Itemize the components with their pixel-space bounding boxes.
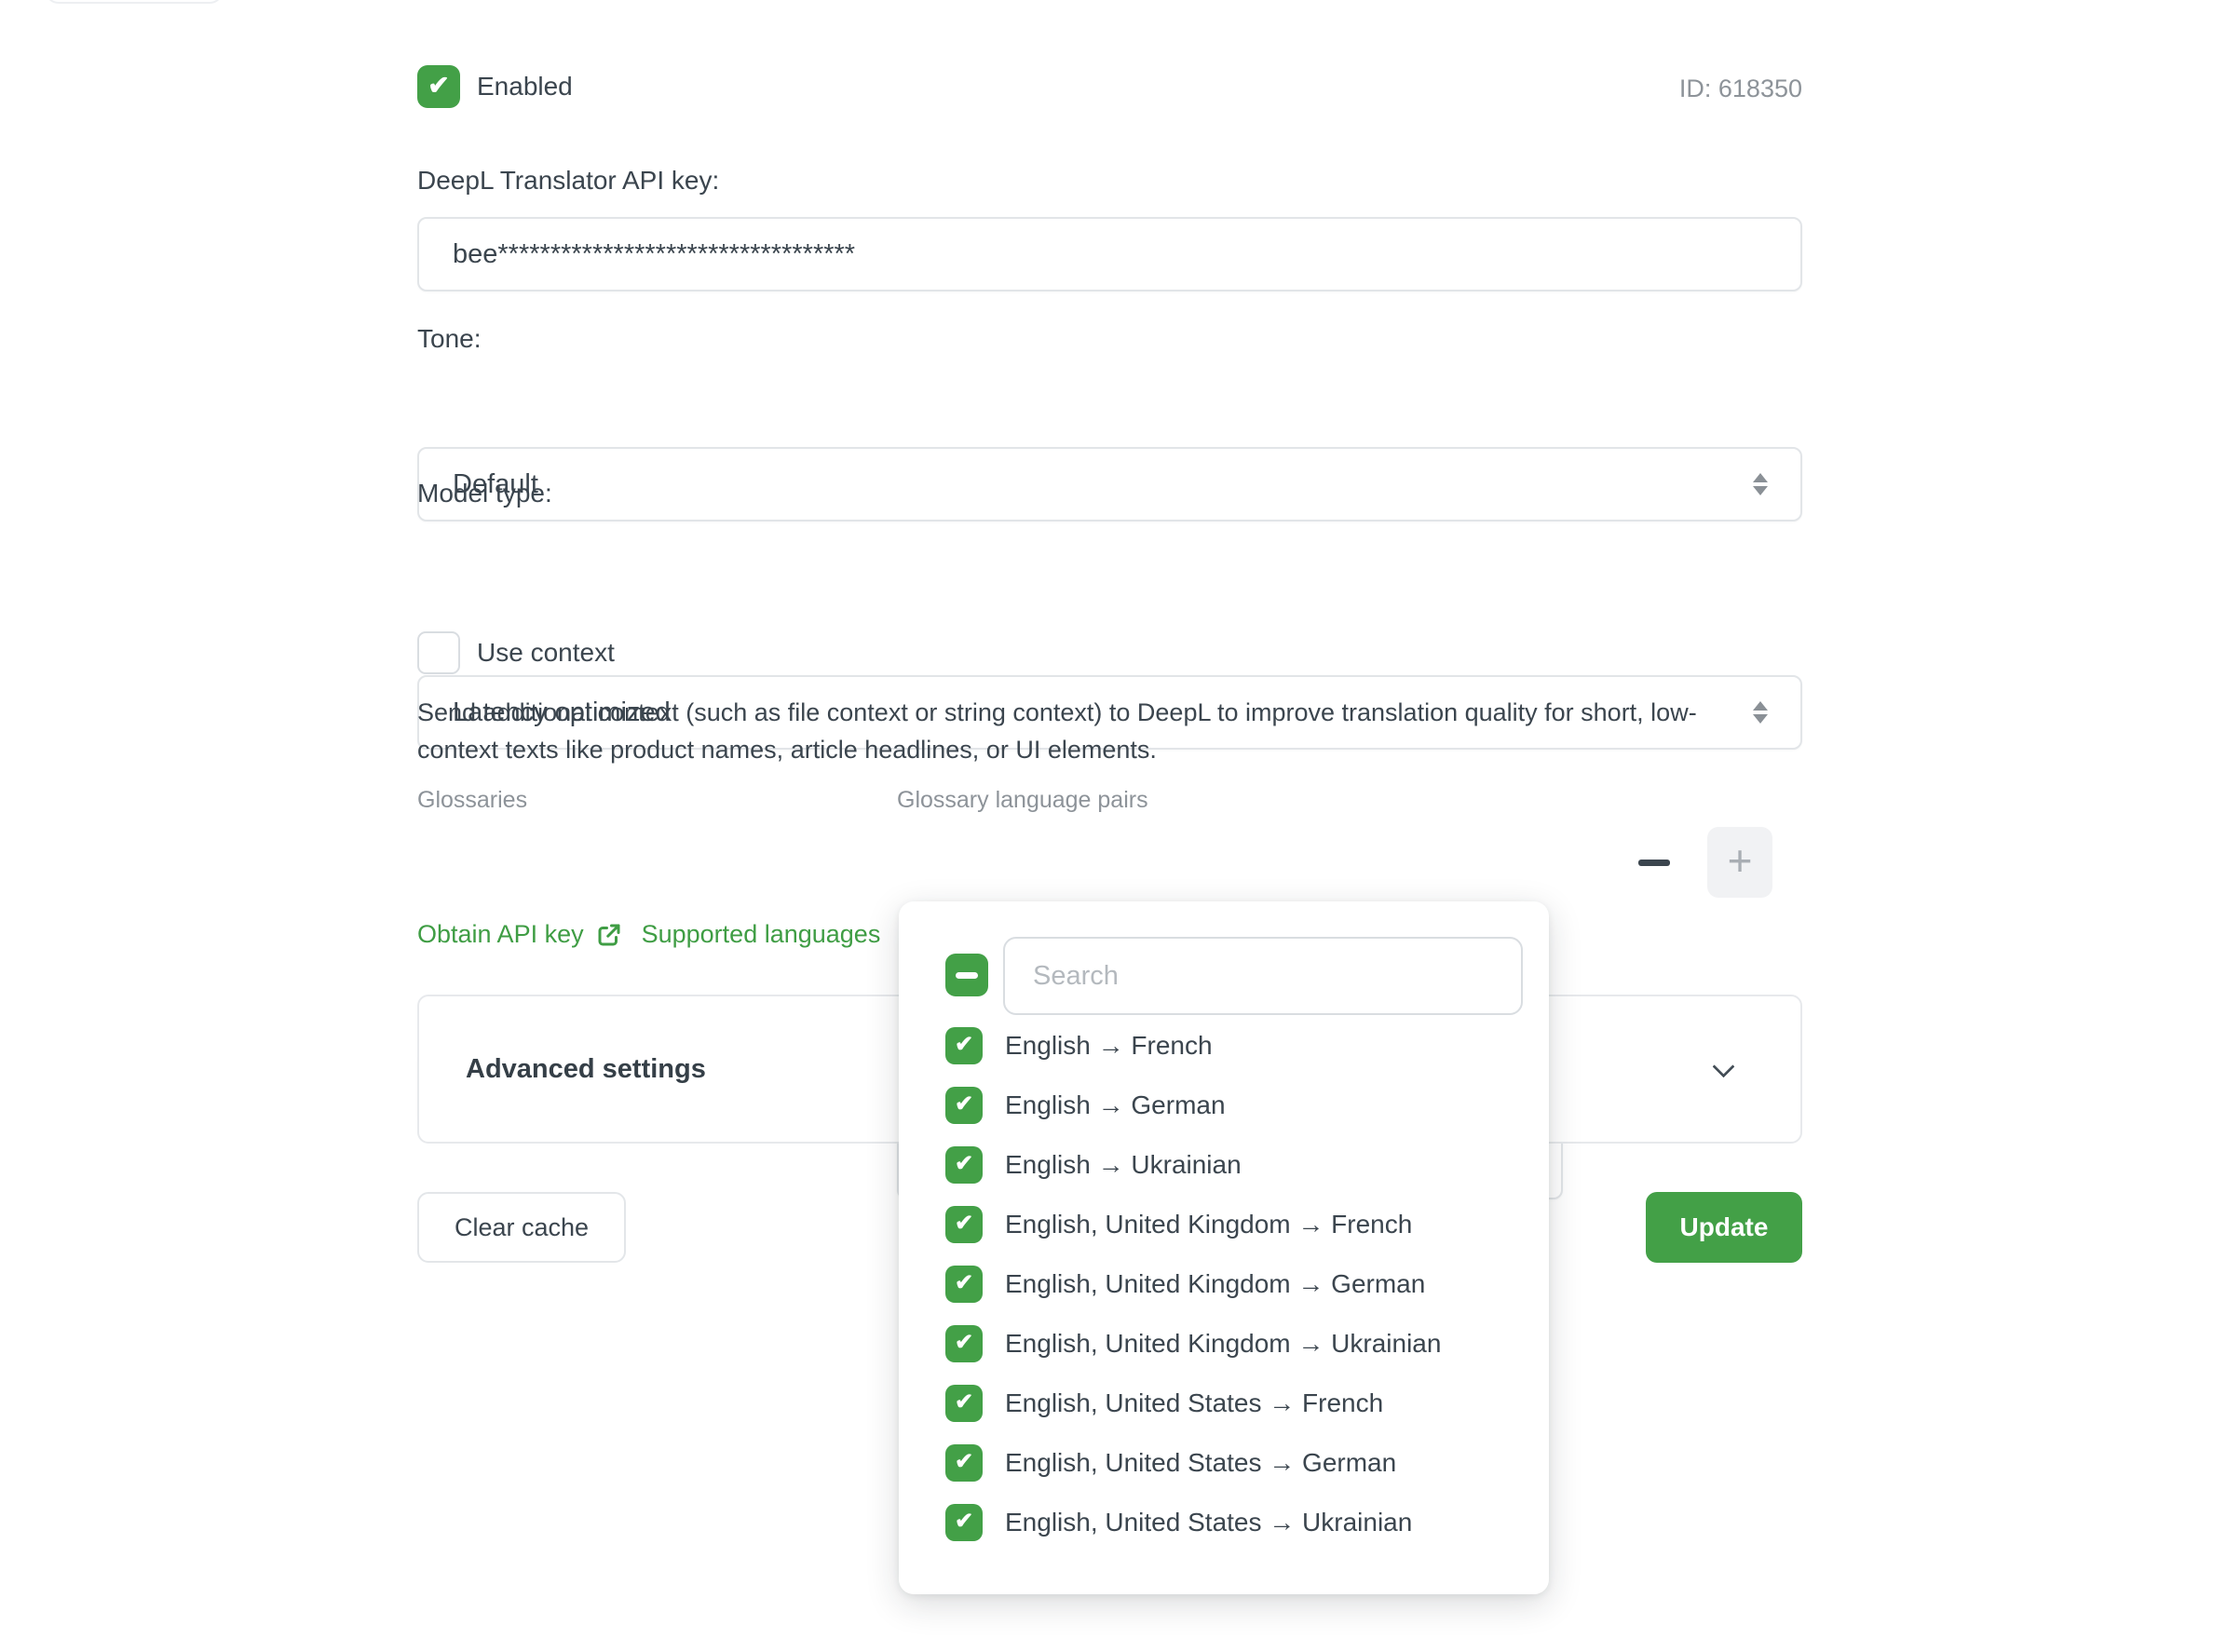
remove-glossary-button[interactable] bbox=[1628, 836, 1680, 888]
use-context-label: Use context bbox=[477, 638, 615, 668]
pair-label: English, United Kingdom → Ukrainian bbox=[1005, 1329, 1441, 1359]
language-pair-item[interactable]: ✔ English, United States → French bbox=[899, 1374, 1549, 1433]
pair-label: English → French bbox=[1005, 1031, 1213, 1061]
use-context-row: Use context bbox=[417, 631, 615, 674]
tone-label: Tone: bbox=[417, 324, 482, 354]
pair-label: English, United States → Ukrainian bbox=[1005, 1508, 1412, 1537]
advanced-settings-label: Advanced settings bbox=[466, 1054, 706, 1085]
check-icon: ✔ bbox=[955, 1212, 973, 1235]
pair-checkbox[interactable]: ✔ bbox=[945, 1325, 983, 1362]
select-all-checkbox[interactable] bbox=[945, 954, 988, 996]
language-pair-item[interactable]: ✔ English, United States → German bbox=[899, 1433, 1549, 1493]
plus-icon: + bbox=[1728, 839, 1753, 882]
api-key-label: DeepL Translator API key: bbox=[417, 166, 719, 196]
language-pair-item[interactable]: ✔ English, United Kingdom → German bbox=[899, 1254, 1549, 1314]
search-input[interactable] bbox=[1003, 937, 1523, 1015]
pair-checkbox[interactable]: ✔ bbox=[945, 1504, 983, 1541]
obtain-api-key-link[interactable]: Obtain API key bbox=[417, 920, 623, 949]
enabled-label: Enabled bbox=[477, 72, 573, 102]
pair-checkbox[interactable]: ✔ bbox=[945, 1206, 983, 1243]
indeterminate-icon bbox=[956, 972, 978, 979]
clear-cache-button[interactable]: Clear cache bbox=[417, 1192, 626, 1263]
check-icon: ✔ bbox=[955, 1510, 973, 1533]
deepl-settings-page: ✔ Enabled ID: 618350 DeepL Translator AP… bbox=[0, 0, 2213, 1652]
check-icon: ✔ bbox=[955, 1272, 973, 1294]
external-link-icon bbox=[595, 921, 623, 949]
pair-checkbox[interactable]: ✔ bbox=[945, 1087, 983, 1124]
language-pair-item[interactable]: ✔ English, United Kingdom → Ukrainian bbox=[899, 1314, 1549, 1374]
pair-label: English → German bbox=[1005, 1090, 1226, 1120]
language-pair-item[interactable]: ✔ English → German bbox=[899, 1076, 1549, 1135]
pair-checkbox[interactable]: ✔ bbox=[945, 1444, 983, 1482]
use-context-checkbox[interactable] bbox=[417, 631, 460, 674]
language-pair-item[interactable]: ✔ English → French bbox=[899, 1016, 1549, 1076]
check-icon: ✔ bbox=[955, 1332, 973, 1354]
check-icon: ✔ bbox=[955, 1153, 973, 1175]
add-glossary-button[interactable]: + bbox=[1707, 827, 1772, 898]
clipped-top-button[interactable] bbox=[45, 0, 224, 4]
check-icon: ✔ bbox=[428, 73, 449, 99]
language-pair-item[interactable]: ✔ English, United Kingdom → French bbox=[899, 1195, 1549, 1254]
language-pair-item[interactable]: ✔ English, United States → Ukrainian bbox=[899, 1493, 1549, 1552]
update-button[interactable]: Update bbox=[1646, 1192, 1802, 1263]
integration-id: ID: 618350 bbox=[1523, 74, 1802, 103]
minus-icon bbox=[1638, 860, 1670, 866]
use-context-description: Send additional context (such as file co… bbox=[417, 694, 1754, 768]
api-key-value: bee********************************** bbox=[453, 239, 855, 270]
pair-checkbox[interactable]: ✔ bbox=[945, 1027, 983, 1064]
enabled-row: ✔ Enabled bbox=[417, 65, 573, 108]
pair-checkbox[interactable]: ✔ bbox=[945, 1266, 983, 1303]
check-icon: ✔ bbox=[955, 1391, 973, 1414]
enabled-checkbox[interactable]: ✔ bbox=[417, 65, 460, 108]
pair-label: English, United Kingdom → German bbox=[1005, 1269, 1425, 1299]
pair-checkbox[interactable]: ✔ bbox=[945, 1385, 983, 1422]
check-icon: ✔ bbox=[955, 1093, 973, 1116]
select-stepper-icon bbox=[1752, 700, 1769, 724]
glossary-pairs-label: Glossary language pairs bbox=[897, 787, 1148, 814]
pair-label: English, United Kingdom → French bbox=[1005, 1210, 1412, 1239]
model-type-label: Model type: bbox=[417, 479, 552, 508]
pair-checkbox[interactable]: ✔ bbox=[945, 1146, 983, 1184]
obtain-api-key-label: Obtain API key bbox=[417, 920, 584, 949]
links-row: Obtain API key Supported languages bbox=[417, 920, 880, 949]
pair-label: English, United States → French bbox=[1005, 1388, 1383, 1418]
language-pairs-list: ✔ English → French ✔ English → German ✔ … bbox=[899, 1016, 1549, 1552]
supported-languages-label: Supported languages bbox=[642, 920, 881, 949]
chevron-down-icon bbox=[1712, 1055, 1734, 1077]
api-key-input[interactable]: bee********************************** bbox=[417, 217, 1802, 291]
language-pair-item[interactable]: ✔ English → Ukrainian bbox=[899, 1135, 1549, 1195]
tone-select[interactable]: Default bbox=[417, 447, 1802, 521]
select-stepper-icon bbox=[1752, 472, 1769, 496]
pair-label: English → Ukrainian bbox=[1005, 1150, 1242, 1180]
pair-label: English, United States → German bbox=[1005, 1448, 1396, 1478]
check-icon: ✔ bbox=[955, 1451, 973, 1473]
glossaries-label: Glossaries bbox=[417, 787, 527, 814]
supported-languages-link[interactable]: Supported languages bbox=[642, 920, 881, 949]
language-pairs-dropdown: ✔ English → French ✔ English → German ✔ … bbox=[899, 901, 1549, 1594]
check-icon: ✔ bbox=[955, 1034, 973, 1056]
